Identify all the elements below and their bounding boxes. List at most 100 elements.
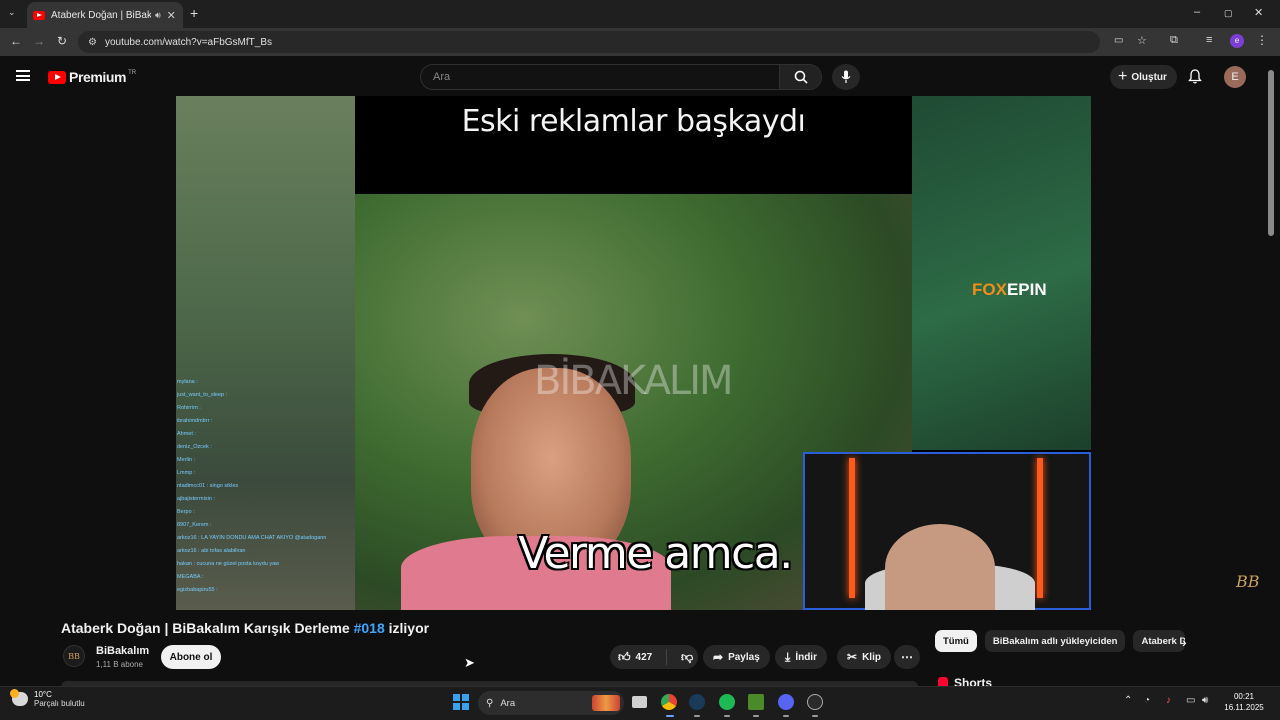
chat-line: Merlin :: [177, 457, 196, 463]
back-icon[interactable]: ←: [10, 34, 22, 48]
tab-title: Ataberk Doğan | BiBakalım ...: [51, 9, 151, 21]
chat-line: egizbabapiru55 :: [177, 587, 218, 593]
nvidia-app-icon[interactable]: [748, 694, 764, 710]
chrome-icon[interactable]: [661, 694, 677, 710]
volume-icon[interactable]: 🔊︎: [1202, 695, 1208, 706]
video-title: Ataberk Doğan | BiBakalım Karışık Derlem…: [61, 620, 429, 636]
video-title-main: Ataberk Doğan | BiBakalım Karışık Derlem…: [61, 620, 354, 636]
account-avatar[interactable]: E: [1224, 66, 1246, 88]
network-icon[interactable]: ▭: [1186, 695, 1195, 706]
media-control-icon[interactable]: ≡: [1206, 34, 1212, 46]
download-icon: ⤓: [785, 649, 791, 664]
search-highlight-icon: [592, 695, 620, 711]
youtube-header: Premium TR + Oluştur E: [0, 56, 1280, 96]
scissors-icon: ✂: [847, 650, 858, 664]
search-icon: ⚲: [486, 697, 494, 709]
spotify-icon[interactable]: [719, 694, 735, 710]
search-input[interactable]: [421, 65, 779, 89]
clip-button[interactable]: ✂ Klip: [837, 645, 891, 669]
notifications-button[interactable]: [1188, 69, 1202, 89]
extensions-icon[interactable]: ⧉: [1170, 34, 1178, 47]
chevron-right-icon[interactable]: ›: [1182, 634, 1187, 650]
subscribe-button[interactable]: Abone ol: [161, 645, 221, 669]
running-indicator: [666, 715, 674, 717]
subscriber-count: 1,11 B abone: [96, 660, 144, 669]
bell-icon: [1188, 69, 1202, 84]
chip-all[interactable]: Tümü: [935, 630, 977, 652]
site-settings-icon[interactable]: ⚙︎: [88, 37, 97, 48]
minimize-button[interactable]: –: [1194, 6, 1200, 18]
taskbar-search-label: Ara: [500, 697, 516, 709]
channel-avatar[interactable]: BB: [63, 645, 85, 667]
sponsor-logo-part-b: EPIN: [1006, 280, 1047, 299]
browser-tab-bar: ⌄ Ataberk Doğan | BiBakalım ... 🔊︎ ✕ + –…: [0, 0, 1280, 28]
download-button[interactable]: ⤓ İndir: [775, 645, 827, 669]
app-icon[interactable]: [807, 694, 823, 710]
browser-toolbar: ← → ↻ ⚙︎ youtube.com/watch?v=aFbGsMfT_Bs…: [0, 28, 1280, 56]
temperature: 10°C: [34, 690, 52, 699]
forward-icon[interactable]: →: [33, 34, 45, 48]
country-code: TR: [128, 69, 137, 76]
close-tab-icon[interactable]: ✕: [167, 9, 176, 22]
download-label: İndir: [795, 651, 817, 663]
taskbar-search[interactable]: ⚲ Ara: [478, 691, 624, 715]
reload-icon[interactable]: ↻: [57, 34, 67, 48]
chip-from-uploader[interactable]: BiBakalım adlı yükleyiciden: [984, 630, 1126, 652]
search-icon: [794, 70, 808, 84]
system-clock[interactable]: 00:21 16.11.2025: [1220, 691, 1268, 713]
chat-line: mylana :: [177, 379, 198, 385]
hashtag-link[interactable]: #018: [354, 620, 385, 636]
running-indicator: [783, 715, 789, 717]
chip-ataberk[interactable]: Ataberk Do: [1133, 630, 1186, 652]
more-icon: ⋯: [901, 650, 913, 664]
url-text: youtube.com/watch?v=aFbGsMfT_Bs: [104, 36, 272, 48]
tray-app-icon[interactable]: ◔: [1144, 695, 1150, 706]
video-player[interactable]: mylana : just_want_to_sleep : Rohirrim :…: [176, 96, 1091, 610]
running-indicator: [812, 715, 818, 717]
search-button[interactable]: [779, 65, 821, 89]
like-button[interactable]: 👍︎ 427: [610, 649, 667, 665]
share-label: Paylaş: [728, 651, 760, 663]
microphone-icon: [841, 70, 851, 83]
more-actions-button[interactable]: ⋯: [894, 645, 920, 669]
new-tab-button[interactable]: +: [190, 5, 198, 21]
close-window-button[interactable]: ✕: [1254, 6, 1263, 19]
youtube-favicon-icon: [33, 10, 45, 20]
voice-search-button[interactable]: [832, 64, 860, 90]
create-button[interactable]: + Oluştur: [1110, 65, 1177, 89]
chat-line: ntadimcc01 : singo sikles: [177, 483, 239, 489]
chat-line: hakan : cucuna ne güzel posta koydu yaw: [177, 561, 280, 567]
dislike-button[interactable]: 👎︎: [672, 650, 693, 665]
page-scrollbar[interactable]: [1268, 70, 1274, 236]
chat-line: arkoz16 : LA YAYIN DONDU AMA CHAT AKIYO …: [177, 535, 327, 541]
sponsor-logo: FOXEPIN: [972, 280, 1047, 300]
microphone-tray-icon[interactable]: ♪: [1166, 695, 1171, 706]
cast-icon[interactable]: ▭: [1114, 35, 1123, 46]
task-view-icon[interactable]: [632, 696, 647, 708]
streamer-face: [885, 524, 995, 610]
tab-list-icon[interactable]: ⌄: [8, 7, 16, 18]
browser-tab[interactable]: Ataberk Doğan | BiBakalım ... 🔊︎ ✕: [27, 2, 183, 28]
bookmark-star-icon[interactable]: ☆: [1137, 34, 1147, 47]
browser-menu-icon[interactable]: ⋮: [1256, 33, 1268, 47]
running-indicator: [724, 715, 730, 717]
address-bar[interactable]: ⚙︎ youtube.com/watch?v=aFbGsMfT_Bs: [78, 31, 1100, 53]
menu-icon[interactable]: [16, 70, 30, 81]
plus-icon: +: [1118, 68, 1128, 85]
maximize-button[interactable]: ▢: [1224, 8, 1233, 19]
discord-icon[interactable]: [778, 694, 794, 710]
channel-name[interactable]: BiBakalım: [96, 645, 149, 657]
streamer-webcam: [803, 452, 1091, 610]
search-box: [420, 64, 822, 90]
channel-corner-logo: BB: [1236, 572, 1260, 591]
steam-icon[interactable]: [689, 694, 705, 710]
speaker-icon[interactable]: 🔊︎: [155, 10, 161, 21]
show-hidden-icons-icon[interactable]: ⌃: [1124, 695, 1132, 706]
share-button[interactable]: ➦ Paylaş: [703, 645, 770, 669]
windows-start-icon[interactable]: [453, 694, 469, 710]
chat-line: Berpo :: [177, 509, 195, 515]
weather-widget[interactable]: 10°C Parçalı bulutlu: [10, 689, 85, 708]
youtube-premium-logo[interactable]: Premium TR: [48, 69, 136, 85]
youtube-play-icon: [48, 70, 66, 84]
profile-icon[interactable]: e: [1230, 34, 1244, 48]
